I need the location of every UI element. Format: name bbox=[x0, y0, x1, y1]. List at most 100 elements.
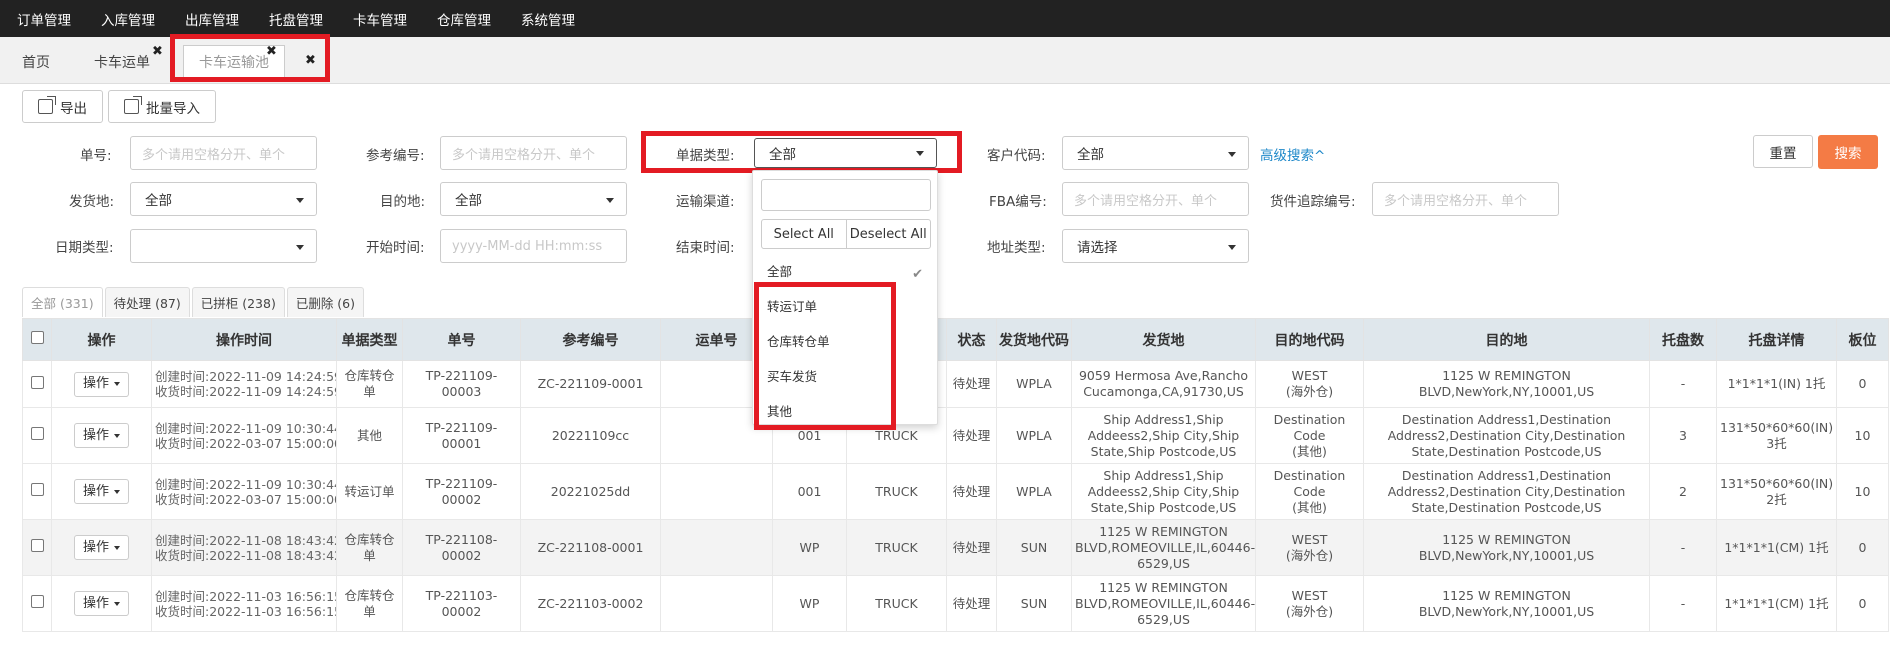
tab-all[interactable]: 全部 (331) bbox=[22, 287, 103, 317]
doc-type-select[interactable]: 全部 bbox=[754, 138, 937, 168]
cell-ref: ZC-221108-0001 bbox=[520, 519, 661, 576]
row-action-button[interactable]: 操作 bbox=[73, 479, 129, 504]
cell-dcode: WEST (海外仓) bbox=[1255, 519, 1364, 576]
data-table: 操作 操作时间 单据类型 单号 参考编号 运单号 状态 发货地代码 发货地 目的… bbox=[22, 318, 1889, 632]
cell-waybill bbox=[660, 519, 773, 576]
tracking-input[interactable]: 多个请用空格分开、单个 bbox=[1372, 182, 1559, 216]
batch-import-button[interactable]: 批量导入 bbox=[108, 90, 216, 123]
close-all-icon[interactable]: ✖ bbox=[305, 53, 316, 68]
tab-pending[interactable]: 待处理 (87) bbox=[104, 287, 190, 317]
row-checkbox[interactable] bbox=[30, 427, 44, 440]
row-checkbox[interactable] bbox=[30, 595, 44, 608]
address-type-value: 请选择 bbox=[1077, 240, 1118, 256]
destination-label: 目的地: bbox=[380, 194, 426, 210]
ref-no-input[interactable]: 多个请用空格分开、单个 bbox=[440, 136, 627, 170]
tab-bar: 首页 卡车运单 ✖ 卡车运输池 ✖ ✖ bbox=[0, 37, 1890, 84]
dropdown-search-input[interactable] bbox=[761, 179, 931, 211]
address-type-select[interactable]: 请选择 bbox=[1062, 229, 1249, 263]
row-checkbox[interactable] bbox=[30, 375, 44, 389]
date-type-select[interactable] bbox=[130, 229, 317, 263]
received-time: 收货时间:2022-03-07 15:00:00 bbox=[155, 435, 337, 451]
tab-home[interactable]: 首页 bbox=[12, 45, 60, 78]
nav-inbound-mgmt[interactable]: 入库管理 bbox=[90, 9, 166, 29]
table-row[interactable]: 操作 创建时间:2022-11-09 14:24:59 收货时间:2022-11-0… bbox=[22, 360, 1889, 408]
nav-truck-mgmt[interactable]: 卡车管理 bbox=[342, 9, 418, 29]
row-action-label: 操作 bbox=[82, 427, 109, 443]
nav-pallet-mgmt[interactable]: 托盘管理 bbox=[258, 9, 334, 29]
cell-dcode: WEST (海外仓) bbox=[1255, 360, 1364, 408]
reset-button[interactable]: 重置 bbox=[1753, 135, 1813, 168]
row-action-button[interactable]: 操作 bbox=[73, 535, 129, 560]
cell-pallets: - bbox=[1649, 575, 1717, 632]
table-row[interactable]: 操作 创建时间:2022-11-08 18:43:42 收货时间:2022-11-0… bbox=[22, 519, 1889, 576]
time-cell: 创建时间:2022-11-03 16:56:15 收货时间:2022-11-03 … bbox=[151, 575, 337, 632]
close-icon[interactable]: ✖ bbox=[266, 44, 277, 59]
dropdown-option[interactable]: 全部 bbox=[767, 261, 792, 280]
advanced-search-link[interactable]: 高级搜索^ bbox=[1260, 144, 1325, 164]
select-all-checkbox[interactable] bbox=[30, 331, 44, 344]
cell-pos: 0 bbox=[1836, 360, 1889, 408]
select-all-button[interactable]: Select All bbox=[762, 220, 847, 248]
export-button[interactable]: 导出 bbox=[22, 90, 103, 123]
created-time: 创建时间:2022-11-03 16:56:15 bbox=[155, 588, 337, 604]
table-row[interactable]: 操作 创建时间:2022-11-03 16:56:15 收货时间:2022-11-0… bbox=[22, 575, 1889, 632]
import-icon bbox=[124, 96, 142, 114]
cell-c7: 001 bbox=[772, 463, 847, 520]
cell-dest: Destination Address1,Destination Address… bbox=[1363, 407, 1650, 464]
start-time-input[interactable]: yyyy-MM-dd HH:mm:ss bbox=[440, 229, 627, 263]
order-no-input[interactable]: 多个请用空格分开、单个 bbox=[130, 136, 317, 170]
column-header: 托盘详情 bbox=[1716, 318, 1837, 361]
op-cell: 操作 bbox=[51, 575, 152, 632]
origin-select[interactable]: 全部 bbox=[130, 182, 317, 216]
table-row[interactable]: 操作 创建时间:2022-11-09 10:30:44 收货时间:2022-03-0… bbox=[22, 463, 1889, 520]
date-type-label: 日期类型: bbox=[55, 240, 114, 256]
tab-truck-pool[interactable]: 卡车运输池 ✖ bbox=[183, 44, 285, 78]
row-action-label: 操作 bbox=[82, 539, 109, 555]
cell-dcode: Destination Code (其他) bbox=[1255, 463, 1364, 520]
destination-value: 全部 bbox=[455, 193, 482, 209]
row-action-label: 操作 bbox=[82, 595, 109, 611]
dropdown-option[interactable]: 买车发货 bbox=[767, 366, 817, 385]
dropdown-option[interactable]: 仓库转仓单 bbox=[767, 331, 830, 350]
cell-dest: 1125 W REMINGTON BLVD,NewYork,NY,10001,U… bbox=[1363, 519, 1650, 576]
dropdown-option[interactable]: 其他 bbox=[767, 401, 792, 420]
row-checkbox[interactable] bbox=[30, 483, 44, 496]
cell-ocode: WPLA bbox=[996, 407, 1072, 464]
row-checkbox[interactable] bbox=[30, 539, 44, 552]
chevron-down-icon bbox=[114, 601, 120, 606]
cell-origin: Ship Address1,Ship Addeess2,Ship City,Sh… bbox=[1071, 463, 1256, 520]
customer-code-value: 全部 bbox=[1077, 147, 1104, 163]
cell-ref: ZC-221103-0002 bbox=[520, 575, 661, 632]
cell-no: TP-221109-00003 bbox=[402, 360, 521, 408]
nav-system-mgmt[interactable]: 系统管理 bbox=[510, 9, 586, 29]
customer-code-select[interactable]: 全部 bbox=[1062, 136, 1249, 170]
row-action-button[interactable]: 操作 bbox=[73, 591, 129, 616]
search-button[interactable]: 搜索 bbox=[1818, 135, 1878, 169]
row-checkbox-cell bbox=[22, 463, 52, 520]
table-header-row: 操作 操作时间 单据类型 单号 参考编号 运单号 状态 发货地代码 发货地 目的… bbox=[22, 318, 1889, 361]
cell-dest: Destination Address1,Destination Address… bbox=[1363, 463, 1650, 520]
destination-select[interactable]: 全部 bbox=[440, 182, 627, 216]
cell-origin: Ship Address1,Ship Addeess2,Ship City,Sh… bbox=[1071, 407, 1256, 464]
nav-outbound-mgmt[interactable]: 出库管理 bbox=[174, 9, 250, 29]
top-nav: 订单管理 入库管理 出库管理 托盘管理 卡车管理 仓库管理 系统管理 bbox=[0, 0, 1890, 37]
tab-deleted[interactable]: 已删除 (6) bbox=[286, 287, 365, 317]
table-row[interactable]: 操作 创建时间:2022-11-09 10:30:44 收货时间:2022-03-0… bbox=[22, 407, 1889, 464]
column-header: 发货地代码 bbox=[996, 318, 1072, 361]
nav-warehouse-mgmt[interactable]: 仓库管理 bbox=[426, 9, 502, 29]
dropdown-option[interactable]: 转运订单 bbox=[767, 296, 817, 315]
deselect-all-button[interactable]: Deselect All bbox=[847, 220, 931, 248]
row-action-button[interactable]: 操作 bbox=[73, 371, 129, 397]
cell-type: 仓库转仓单 bbox=[336, 519, 403, 576]
received-time: 收货时间:2022-11-03 16:56:15 bbox=[155, 603, 337, 619]
cell-status: 待处理 bbox=[946, 360, 997, 408]
fba-input[interactable]: 多个请用空格分开、单个 bbox=[1062, 182, 1249, 216]
cell-origin: 1125 W REMINGTON BLVD,ROMEOVILLE,IL,6044… bbox=[1071, 575, 1256, 632]
select-all-header bbox=[22, 318, 52, 361]
tab-truck-waybill-label: 卡车运单 bbox=[94, 54, 150, 71]
nav-order-mgmt[interactable]: 订单管理 bbox=[6, 9, 82, 29]
row-action-button[interactable]: 操作 bbox=[73, 423, 129, 448]
tab-truck-waybill[interactable]: 卡车运单 ✖ bbox=[84, 44, 163, 78]
close-icon[interactable]: ✖ bbox=[152, 44, 163, 59]
tab-consolidated[interactable]: 已拼柜 (238) bbox=[191, 287, 285, 317]
